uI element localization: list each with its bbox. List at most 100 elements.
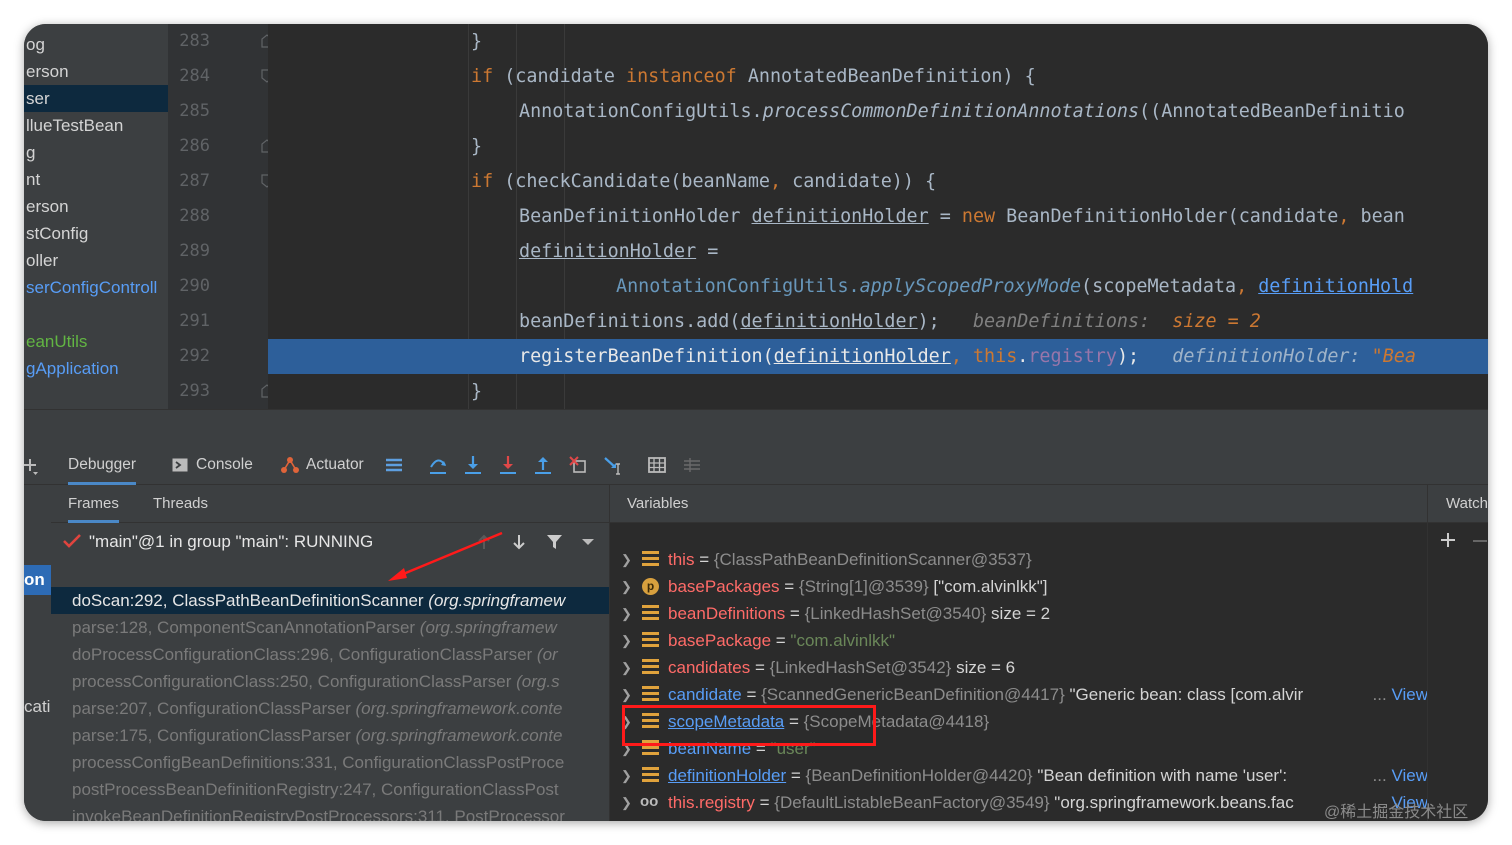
code-token: , [1236,276,1248,297]
variables-panel: Variables ❯ this = {ClassPathBeanDefiniti… [609,485,1427,821]
thread-label: "main"@1 in group "main": RUNNING [89,532,374,551]
variable-row[interactable]: ❯ this = {ClassPathBeanDefinitionScanner@… [610,546,1427,573]
variable-row[interactable]: ❯ definitionHolder = {BeanDefinitionHolde… [610,762,1427,789]
evaluate-expression-icon[interactable] [647,455,667,475]
add-watch-icon[interactable] [1440,532,1456,548]
chevron-down-icon[interactable] [581,538,595,546]
code-token: , [1338,206,1350,227]
code-token: definitionHolder [740,311,918,332]
arrow-down-icon[interactable] [511,534,527,550]
line-number: 290 [179,276,210,296]
stack-frame-row[interactable]: doScan:292, ClassPathBeanDefinitionScann… [51,587,609,614]
variable-row[interactable]: ❯ candidates = {LinkedHashSet@3542} size … [610,654,1427,681]
tab-actuator[interactable]: Actuator [280,445,364,485]
tree-item[interactable]: eanUtils [24,328,168,355]
chevron-right-icon[interactable]: ❯ [621,600,632,627]
tree-item[interactable]: gApplication [24,355,168,382]
tree-item[interactable]: erson [24,58,168,85]
stack-frame-row[interactable]: invokeBeanDefinitionRegistryPostProcesso… [51,803,609,821]
variable-name: this.registry [668,793,755,812]
tab-console[interactable]: Console [172,445,253,485]
view-link[interactable]: ... View [1368,681,1427,708]
equals-sign: = [754,793,775,812]
tree-item[interactable] [24,301,168,328]
side-label: cati [24,697,51,716]
tree-item[interactable]: erson [24,193,168,220]
force-step-into-icon[interactable] [498,455,518,475]
code-token: ((AnnotatedBeanDefinitio [1139,101,1405,122]
stack-frame-row[interactable]: doProcessConfigurationClass:296, Configu… [51,641,609,668]
filter-icon[interactable] [546,534,563,550]
variable-value: size = 6 [951,658,1016,677]
chevron-right-icon[interactable]: ❯ [621,627,632,654]
step-over-icon[interactable] [428,455,448,475]
code-line-289: definitionHolder = [268,234,1488,269]
frame-method: parse:128, ComponentScanAnnotationParser [72,618,420,637]
run-to-cursor-icon[interactable] [603,455,623,475]
tree-item[interactable]: og [24,31,168,58]
stack-frame-row[interactable]: parse:128, ComponentScanAnnotationParser… [51,614,609,641]
chevron-right-icon[interactable]: ❯ [621,762,632,789]
add-icon[interactable] [24,455,44,475]
code-token: BeanDefinitionHolder [519,206,752,227]
variable-name: candidates [668,658,751,677]
code-token: new [961,206,996,227]
stack-frame-row[interactable]: parse:207, ConfigurationClassParser (org… [51,695,609,722]
variable-text: definitionHolder = {BeanDefinitionHolder… [668,762,1287,789]
execution-line-292: registerBeanDefinition(definitionHolder,… [268,339,1488,374]
side-label[interactable]: on [24,565,51,595]
code-token: if [471,66,494,87]
tab-frames[interactable]: Frames [68,485,119,523]
view-link[interactable]: ... View [1368,762,1427,789]
step-out-icon[interactable] [533,455,553,475]
menu-icon[interactable] [384,455,404,475]
chevron-right-icon[interactable]: ❯ [621,654,632,681]
drop-frame-icon[interactable] [568,455,588,475]
stack-frame-row[interactable]: processConfigBeanDefinitions:331, Config… [51,749,609,776]
chevron-right-icon[interactable]: ❯ [621,681,632,708]
field-icon [642,686,659,703]
variable-row[interactable]: ❯ basePackage = "com.alvinlkk" [610,627,1427,654]
tree-item[interactable]: llueTestBean [24,112,168,139]
stack-frame-row[interactable]: parse:175, ConfigurationClassParser (org… [51,722,609,749]
code-line-287: if (checkCandidate(beanName, candidate))… [268,164,1488,199]
left-tool-strip: on cati [24,485,51,821]
tree-item[interactable]: serConfigControll [24,274,168,301]
trace-icon[interactable] [682,455,702,475]
tree-item[interactable]: oller [24,247,168,274]
inline-value-hint: size = 2 [1150,311,1261,332]
tree-item[interactable]: nt [24,166,168,193]
variable-type: {String[1]@3539} [798,577,929,596]
variable-row[interactable]: ❯ beanDefinitions = {LinkedHashSet@3540} … [610,600,1427,627]
tree-item[interactable]: stConfig [24,220,168,247]
step-into-icon[interactable] [463,455,483,475]
stack-frame-row[interactable]: postProcessBeanDefinitionRegistry:247, C… [51,776,609,803]
variable-value: "org.springframework.beans.fac [1049,793,1294,812]
stack-frame-row[interactable]: processConfigurationClass:250, Configura… [51,668,609,695]
frame-method: doScan:292, ClassPathBeanDefinitionScann… [72,591,429,610]
tab-threads[interactable]: Threads [153,485,208,523]
variable-row[interactable]: ❯ candidate = {ScannedGenericBeanDefiniti… [610,681,1427,708]
tab-debugger[interactable]: Debugger [68,445,137,485]
actuator-icon [281,457,299,473]
panel-separator[interactable] [24,409,1488,445]
thread-selector[interactable]: "main"@1 in group "main": RUNNING [51,524,609,560]
variable-row[interactable]: ❯ p basePackages = {String[1]@3539} ["com.… [610,573,1427,600]
tree-item[interactable]: g [24,139,168,166]
tree-item[interactable]: ser [24,85,168,112]
line-number: 286 [179,136,210,156]
variable-name: definitionHolder [668,766,787,785]
chevron-right-icon[interactable]: ❯ [621,546,632,573]
variable-text: this = {ClassPathBeanDefinitionScanner@3… [668,546,1032,573]
chevron-right-icon[interactable]: ❯ [621,573,632,600]
variable-type: {LinkedHashSet@3542} [769,658,952,677]
line-number: 292 [179,346,210,366]
remove-watch-icon[interactable] [1472,539,1488,543]
variable-text: candidate = {ScannedGenericBeanDefinitio… [668,681,1303,708]
frame-method: doProcessConfigurationClass:296, Configu… [72,645,537,664]
chevron-right-icon[interactable]: ❯ [621,789,632,816]
code-token: } [471,136,483,157]
variable-row[interactable]: ❯ oo this.registry = {DefaultListableBeanF… [610,789,1427,816]
field-icon [642,767,659,784]
code-editor[interactable]: } if (candidate instanceof AnnotatedBean… [268,24,1488,409]
